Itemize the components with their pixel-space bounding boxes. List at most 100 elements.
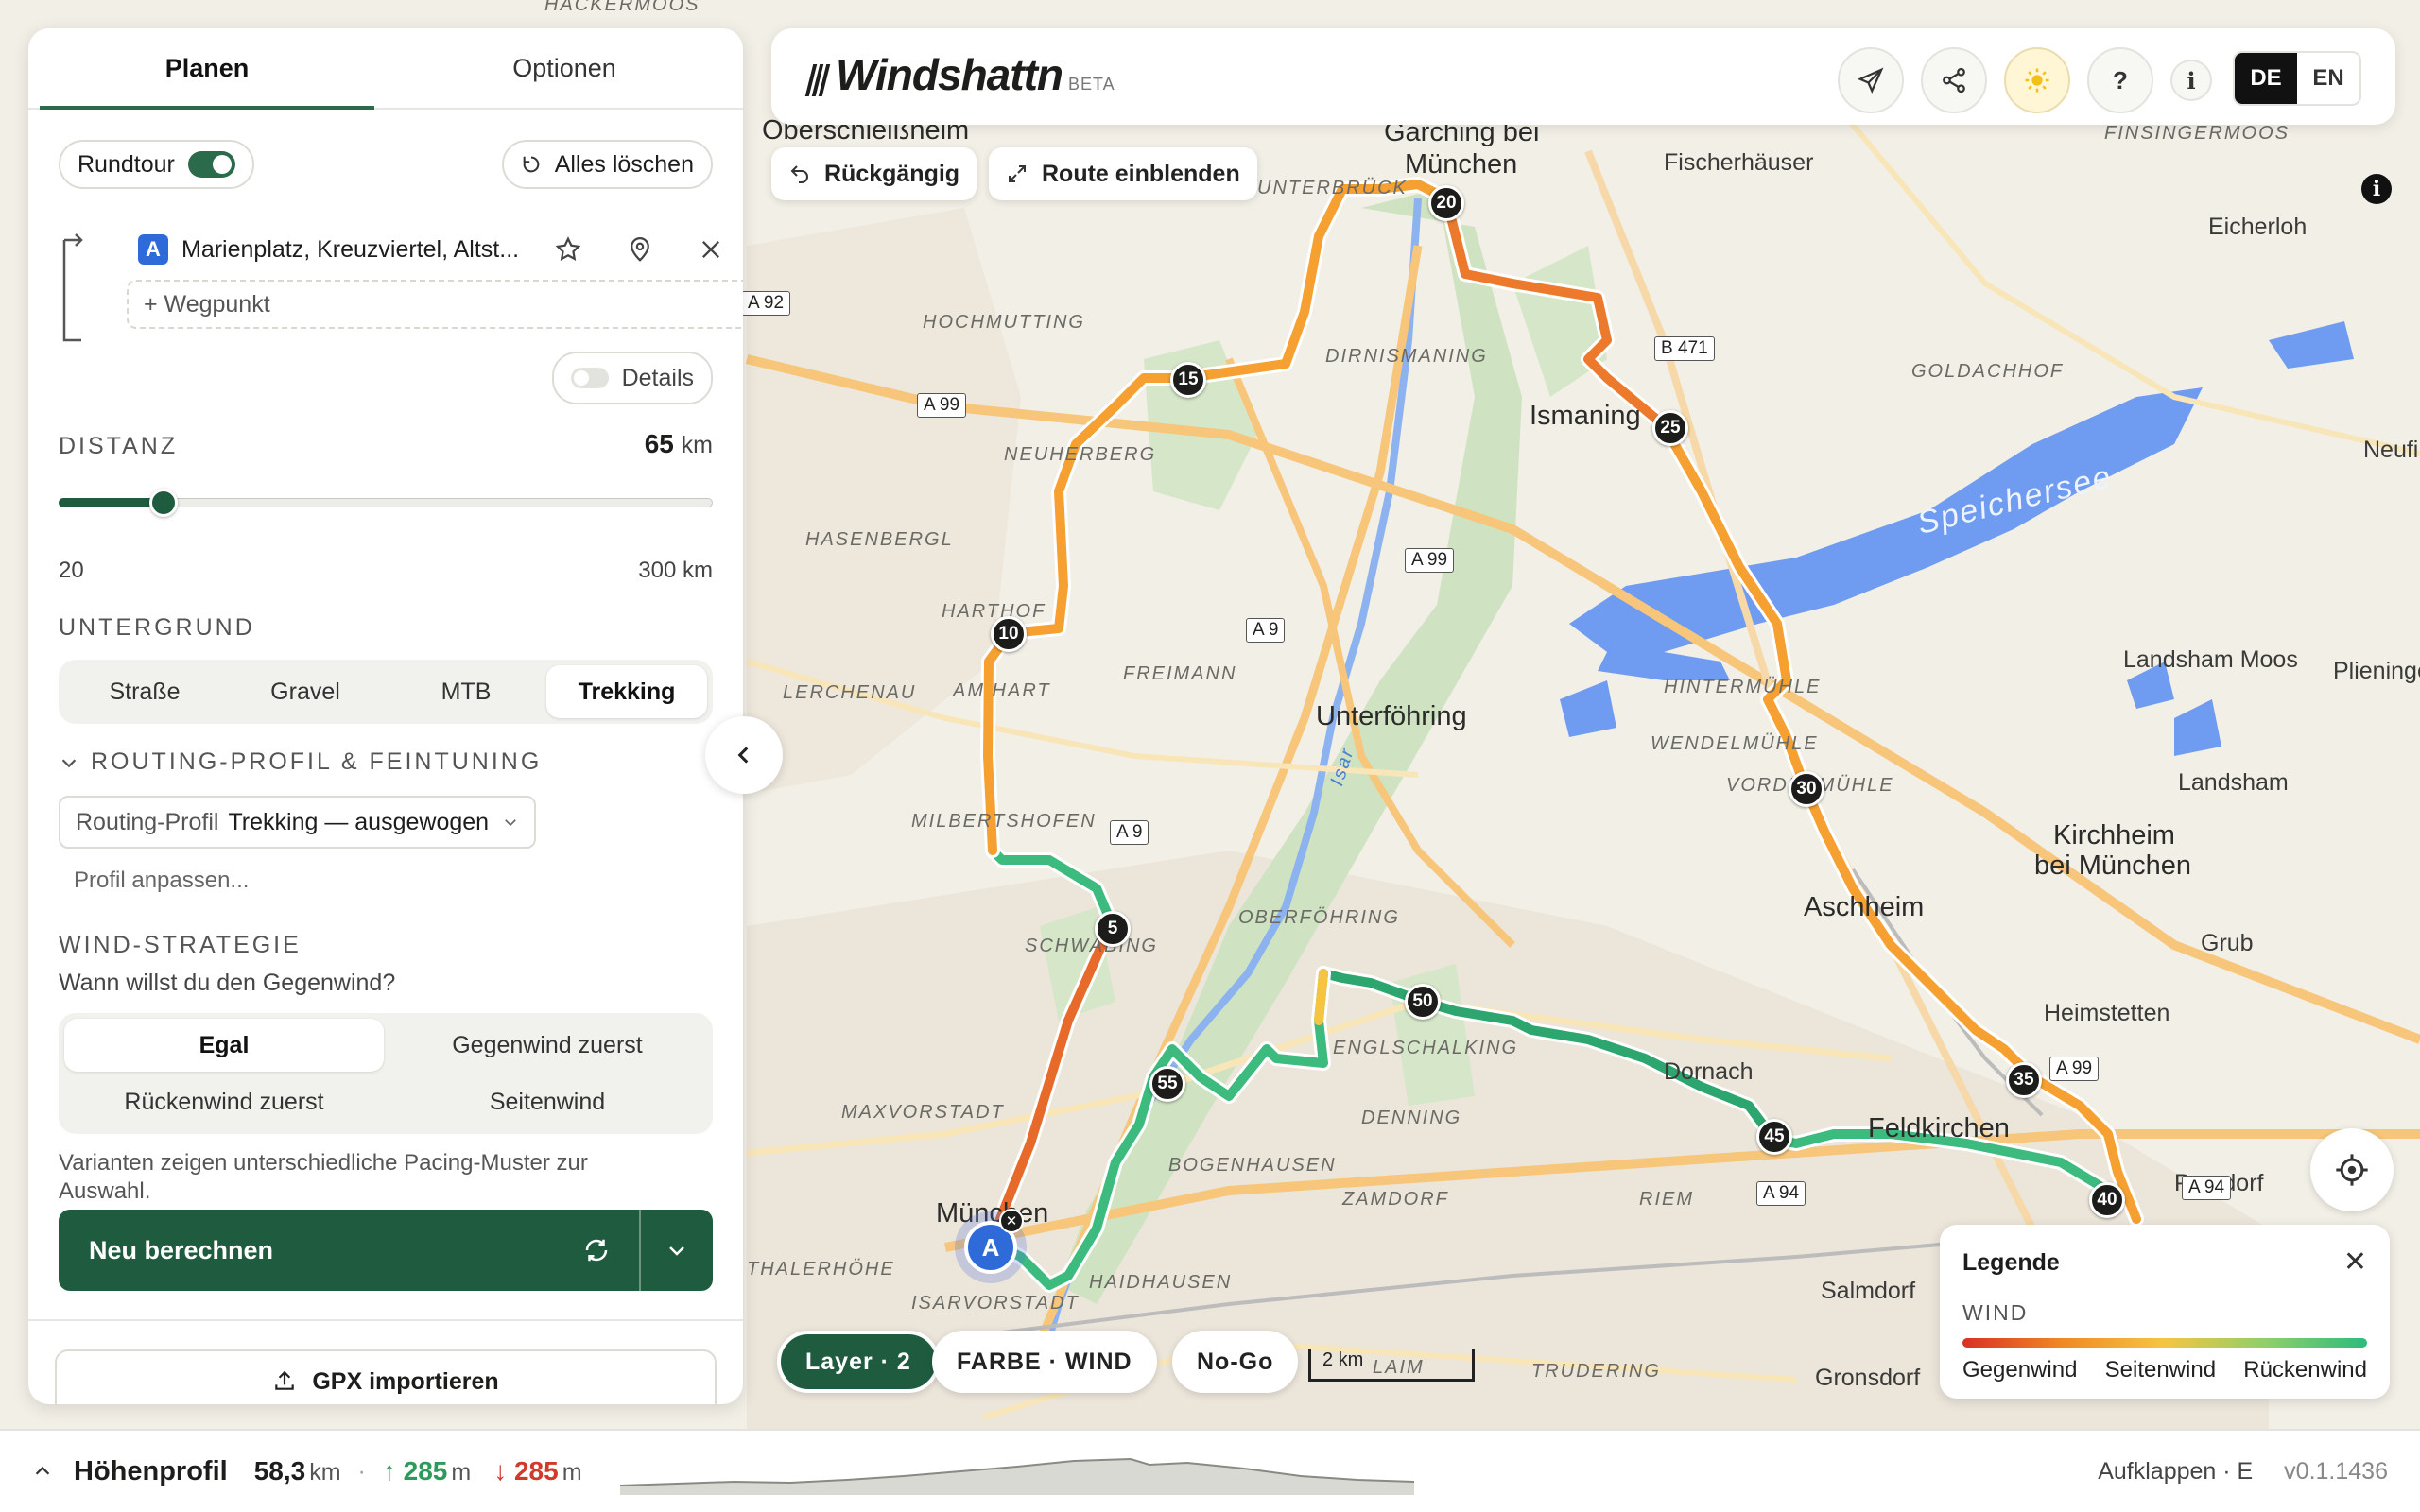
district-label: RIEM (1639, 1189, 1694, 1210)
wind-option-rueckenwind-zuerst[interactable]: Rückenwind zuerst (64, 1075, 384, 1128)
wind-strategy-hint: Varianten zeigen unterschiedliche Pacing… (59, 1150, 588, 1204)
start-waypoint-row[interactable]: A Marienplatz, Kreuzviertel, Altst... (138, 223, 724, 276)
surface-option-trekking[interactable]: Trekking (546, 665, 707, 718)
district-label: ENGLSCHALKING (1333, 1038, 1519, 1058)
km-marker[interactable]: 55 (1150, 1066, 1185, 1102)
km-marker[interactable]: 20 (1428, 185, 1464, 221)
chevron-down-icon (505, 819, 516, 827)
app-version: v0.1.1436 (2284, 1457, 2388, 1485)
color-mode-button[interactable]: FARBE · WIND (932, 1331, 1157, 1393)
undo-button[interactable]: Rückgängig (771, 147, 977, 200)
route-connector-icon (62, 233, 83, 342)
elevation-distance-unit: km (309, 1459, 341, 1486)
ascent-value: 285 (403, 1456, 448, 1486)
place-fischerhaeuser: Fischerhäuser (1664, 149, 1814, 176)
elevation-title: Höhenprofil (74, 1455, 228, 1486)
remove-waypoint-icon[interactable] (698, 236, 724, 263)
km-marker[interactable]: 45 (1756, 1119, 1792, 1155)
descent-value: 285 (513, 1456, 559, 1486)
app-logo: Windshattn BETA (804, 50, 1115, 99)
district-label: FREIMANN (1123, 663, 1237, 684)
district-label: AM HART (953, 680, 1051, 701)
customize-profile-link[interactable]: Profil anpassen... (74, 868, 249, 894)
location-pin-icon[interactable] (626, 235, 654, 264)
surface-option-strasse[interactable]: Straße (64, 665, 225, 718)
district-label: HOCHMUTTING (923, 312, 1085, 333)
share-button[interactable] (1921, 47, 1987, 113)
nogo-button[interactable]: No-Go (1172, 1331, 1299, 1393)
chevron-up-icon[interactable] (32, 1461, 53, 1482)
road-shield: A 94 (1756, 1181, 1806, 1206)
show-route-label: Route einblenden (1042, 160, 1240, 187)
tab-optionen[interactable]: Optionen (386, 28, 743, 108)
send-button[interactable] (1838, 47, 1904, 113)
recalculate-button-group: Neu berechnen (59, 1210, 713, 1291)
place-gronsdorf: Gronsdorf (1815, 1365, 1921, 1391)
info-button[interactable]: i (2170, 60, 2212, 101)
details-switch[interactable] (570, 368, 609, 388)
surface-option-mtb[interactable]: MTB (386, 665, 546, 718)
help-button[interactable]: ? (2087, 47, 2153, 113)
panel-divider (28, 1319, 743, 1321)
district-label: GOLDACHHOF (1911, 361, 2065, 382)
upload-icon (275, 1370, 295, 1390)
theme-toggle-button[interactable] (2004, 47, 2070, 113)
routing-profile-section-toggle[interactable]: ROUTING-PROFIL & FEINTUNING (59, 748, 542, 776)
expand-elevation-link[interactable]: Aufklappen · E (2098, 1458, 2253, 1485)
clear-all-button[interactable]: Alles löschen (501, 140, 713, 189)
details-label: Details (621, 364, 694, 391)
logo-bars-icon (804, 64, 831, 96)
remove-start-icon[interactable]: ✕ (999, 1209, 1024, 1233)
roundtrip-toggle[interactable]: Rundtour (59, 140, 254, 189)
start-address[interactable]: Marienplatz, Kreuzviertel, Altst... (182, 236, 541, 264)
surface-option-gravel[interactable]: Gravel (225, 665, 386, 718)
chevron-left-icon (737, 747, 749, 764)
district-label: MAXVORSTADT (841, 1102, 1005, 1123)
tab-planen[interactable]: Planen (28, 28, 386, 110)
details-toggle[interactable]: Details (551, 352, 713, 404)
distance-slider[interactable] (59, 486, 713, 520)
close-legend-icon[interactable]: ✕ (2343, 1246, 2367, 1279)
km-marker[interactable]: 15 (1170, 362, 1206, 398)
map-info-icon[interactable]: i (2361, 174, 2392, 204)
add-waypoint-input[interactable]: + Wegpunkt (127, 280, 743, 329)
elevation-sparkline (619, 1457, 1414, 1495)
km-marker[interactable]: 25 (1652, 410, 1688, 446)
place-unterfoehring: Unterföhring (1316, 701, 1467, 731)
layer-button[interactable]: Layer · 2 (777, 1331, 940, 1393)
app-name: Windshattn (836, 50, 1063, 99)
locate-me-button[interactable] (2310, 1128, 2394, 1211)
collapse-panel-button[interactable] (705, 716, 783, 794)
elevation-distance-value: 58,3 (253, 1456, 306, 1486)
km-marker[interactable]: 10 (991, 616, 1027, 652)
recalculate-options-button[interactable] (639, 1210, 713, 1291)
recalculate-button[interactable]: Neu berechnen (59, 1210, 639, 1291)
roundtrip-switch[interactable] (187, 151, 235, 178)
elevation-bar[interactable]: Höhenprofil 58,3 km · ↑ 285 m ↓ 285 m Aufkl… (0, 1429, 2420, 1512)
distance-unit: km (681, 432, 713, 458)
place-pliening: Plieninge (2333, 658, 2420, 684)
road-shield: B 471 (1654, 336, 1715, 361)
lang-de[interactable]: DE (2235, 53, 2297, 104)
wind-option-gegenwind-zuerst[interactable]: Gegenwind zuerst (388, 1019, 707, 1072)
routing-profile-select[interactable]: Routing-Profil Trekking — ausgewogen (59, 796, 537, 849)
gpx-import-button[interactable]: GPX importieren (55, 1349, 717, 1404)
place-garching-2: München (1405, 149, 1518, 180)
favorite-star-icon[interactable] (554, 235, 582, 264)
descent-unit: m (562, 1459, 582, 1486)
km-marker[interactable]: 30 (1789, 771, 1824, 807)
km-marker[interactable]: 50 (1405, 984, 1441, 1020)
wind-option-seitenwind[interactable]: Seitenwind (388, 1075, 707, 1128)
distance-value-wrapper: 65 km (645, 429, 713, 459)
km-marker[interactable]: 5 (1095, 911, 1131, 947)
chevron-down-icon (669, 1246, 684, 1256)
show-route-button[interactable]: Route einblenden (989, 147, 1257, 200)
lang-en[interactable]: EN (2297, 53, 2360, 104)
district-label: SCHWABING (1025, 936, 1158, 956)
km-marker[interactable]: 35 (2006, 1062, 2042, 1098)
place-eicherloh: Eicherloh (2208, 214, 2308, 240)
distance-slider-thumb[interactable] (148, 489, 178, 517)
wind-option-egal[interactable]: Egal (64, 1019, 384, 1072)
district-label: HARTHOF (942, 601, 1046, 622)
km-marker[interactable]: 40 (2089, 1182, 2125, 1218)
